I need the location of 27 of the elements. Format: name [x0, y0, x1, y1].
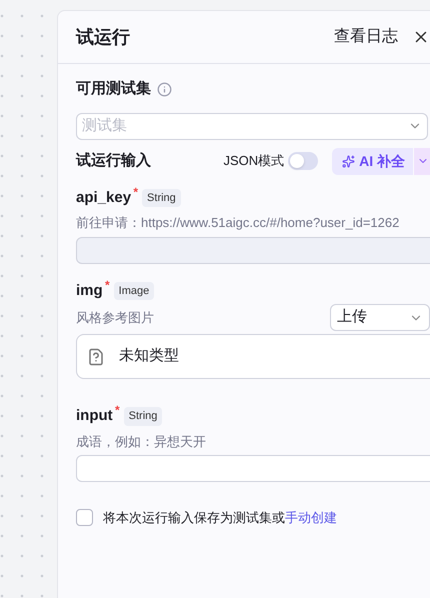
sparkle-icon: [342, 154, 356, 168]
param-description: 前往申请：https://www.51aigc.cc/#/home?user_id=1262: [76, 214, 400, 232]
required-mark: *: [133, 184, 138, 200]
view-log-link[interactable]: 查看日志: [334, 25, 398, 49]
manual-create-link[interactable]: 手动创建: [285, 510, 337, 525]
section-label: 可用测试集: [76, 79, 151, 99]
save-option-text: 将本次运行输入保存为测试集或手动创建: [103, 509, 337, 527]
source-select[interactable]: 上传: [330, 304, 430, 331]
save-checkbox[interactable]: [76, 509, 93, 526]
type-tag: Image: [114, 282, 154, 300]
ai-complete-button[interactable]: AI 补全: [332, 148, 413, 174]
param-description: 风格参考图片: [76, 308, 154, 327]
input-field[interactable]: [76, 455, 430, 482]
json-mode-label: JSON模式: [223, 152, 284, 170]
section-label: 试运行输入: [76, 150, 151, 171]
json-mode-switch[interactable]: [288, 152, 318, 170]
unknown-file-icon: [87, 348, 105, 366]
required-mark: *: [105, 276, 110, 294]
param-description: 成语，例如：异想天开: [76, 432, 207, 450]
input-field[interactable]: [76, 236, 430, 264]
ai-dropdown-button[interactable]: [414, 148, 430, 174]
type-tag: String: [142, 188, 181, 207]
required-mark: *: [114, 402, 120, 419]
info-icon[interactable]: [157, 82, 172, 97]
panel-title: 试运行: [76, 26, 130, 48]
file-type-text: 未知类型: [119, 346, 179, 366]
type-tag: String: [124, 407, 162, 426]
